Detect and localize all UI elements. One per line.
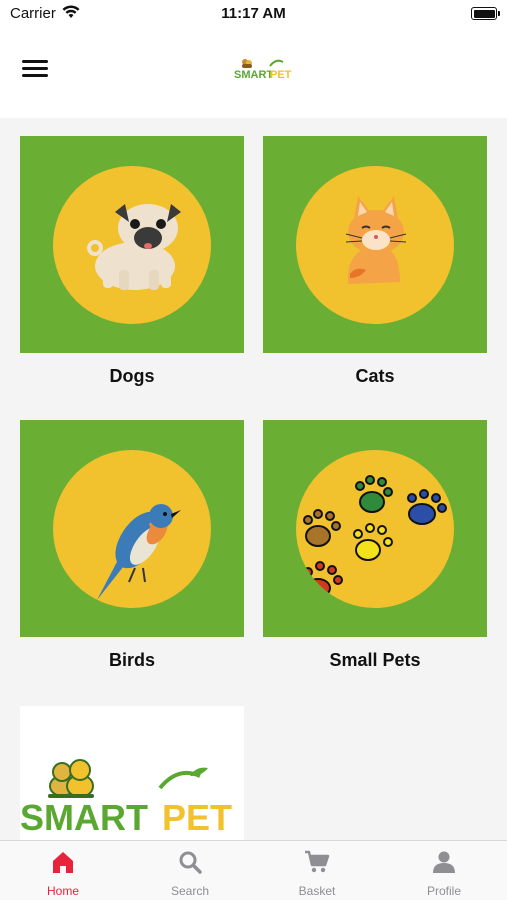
- category-tile-dogs[interactable]: Dogs: [20, 136, 244, 396]
- tab-basket[interactable]: Basket: [254, 841, 380, 900]
- pug-dog-icon: [87, 204, 181, 290]
- promo-logo-text-1: SMART: [20, 797, 148, 838]
- smart-pet-logo: SMART PET: [234, 59, 292, 81]
- category-image-small-pets: [263, 420, 487, 637]
- promo-logo-card[interactable]: SMART PET: [20, 706, 244, 840]
- category-label-small-pets: Small Pets: [329, 650, 421, 670]
- status-time: 11:17 AM: [221, 5, 286, 22]
- category-tile-cats[interactable]: Cats: [263, 136, 487, 396]
- category-image-birds: [20, 420, 244, 637]
- category-image-dogs: [20, 136, 244, 353]
- category-label-birds: Birds: [108, 650, 155, 670]
- tab-home-label: Home: [46, 884, 79, 898]
- search-icon: [179, 851, 202, 874]
- category-image-cats: [263, 136, 487, 353]
- top-bar: SMART PET: [0, 30, 507, 118]
- cart-icon: [305, 850, 330, 873]
- tab-home[interactable]: Home: [0, 841, 126, 900]
- tab-basket-label: Basket: [298, 884, 336, 898]
- home-icon: [53, 852, 73, 873]
- bottom-tab-bar: Home Search Basket Profile: [0, 840, 507, 900]
- promo-logo-text-2: PET: [162, 797, 232, 838]
- category-tile-birds[interactable]: Birds: [20, 420, 244, 680]
- bluebird-icon: [97, 504, 181, 600]
- smart-pet-promo-logo: SMART PET: [20, 759, 232, 838]
- category-label-dogs: Dogs: [109, 366, 155, 386]
- paw-prints-icon: [303, 475, 447, 598]
- status-bar: Carrier 11:17 AM: [0, 0, 507, 30]
- category-label-cats: Cats: [355, 366, 395, 386]
- tab-search-label: Search: [170, 884, 210, 898]
- header-logo-text-2: PET: [270, 69, 292, 81]
- tab-profile[interactable]: Profile: [381, 841, 507, 900]
- menu-button[interactable]: [22, 60, 48, 82]
- cat-icon: [345, 196, 407, 284]
- category-tile-small-pets[interactable]: Small Pets: [263, 420, 487, 680]
- person-icon: [433, 851, 455, 873]
- tab-search[interactable]: Search: [127, 841, 253, 900]
- dog-cat-mascot-icon: [48, 759, 94, 798]
- battery-icon: [471, 7, 500, 20]
- header-logo-text-1: SMART: [234, 69, 273, 81]
- category-grid: Dogs Cats Birds Small Pets SMART PET: [0, 118, 507, 840]
- tab-profile-label: Profile: [426, 884, 461, 898]
